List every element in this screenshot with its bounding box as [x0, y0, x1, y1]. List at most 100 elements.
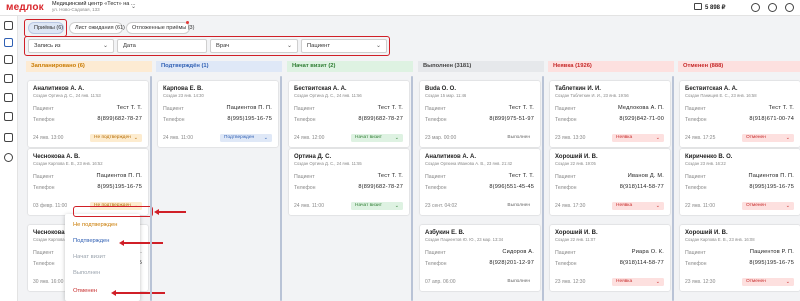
phone-number: 8(929)842-71-00 — [619, 116, 664, 122]
appointment-card[interactable]: Хороший И. В. Создан 22 янв. 19:05 Пацие… — [550, 149, 670, 215]
gear-icon[interactable] — [4, 153, 13, 162]
column: Начат визит (2) Бествитская А. А. Создан… — [287, 61, 413, 301]
wallet-icon[interactable] — [4, 93, 13, 102]
box-icon[interactable] — [4, 133, 13, 142]
filter-date-label: Дата — [123, 43, 136, 49]
patient-label: Пациент — [425, 174, 446, 180]
appointment-card[interactable]: Аналитиков А. А. Создан Оргкина Иванова … — [420, 149, 540, 215]
appointment-card[interactable]: Бествитская А. А. Создан Панищев Е. С., … — [680, 81, 800, 147]
patient-label: Пациент — [555, 250, 576, 256]
appointment-card[interactable]: Buda O. O. Создан 15 мар. 11:46 Пациент … — [420, 81, 540, 147]
status-badge[interactable]: Отменен ⌄ — [742, 278, 794, 286]
clinic-selector[interactable]: Медицинский центр «Тест» на ... ул. Ново… — [52, 1, 135, 13]
phone-label: Телефон — [685, 117, 707, 123]
status-option-confirmed[interactable]: Подтвержден — [73, 238, 109, 244]
users-icon[interactable] — [4, 112, 13, 121]
chevron-down-icon: ⌄ — [785, 135, 790, 141]
annotation-arrow — [154, 209, 186, 214]
created-info: Создан Ортина Д. С., 24 янв. 11:53 — [33, 93, 101, 98]
filter-doctor[interactable]: Врач ⌄ — [210, 39, 298, 53]
scrollbar[interactable] — [280, 76, 282, 301]
profile-icon[interactable] — [785, 3, 794, 12]
patient-name: Тест Т. Т. — [508, 173, 534, 179]
appointment-date: 22 янв. 11:00 — [685, 203, 715, 209]
filter-date[interactable]: Дата — [117, 39, 207, 53]
status-badge[interactable]: Начат визит ⌄ — [351, 202, 403, 210]
phone-number: 8(899)682-78-27 — [358, 184, 403, 190]
status-option-done[interactable]: Выполнен — [73, 270, 100, 276]
tab-waiting-list[interactable]: Лист ожидания (61) — [69, 22, 125, 34]
wallet-icon — [694, 3, 702, 10]
status-option-cancelled[interactable]: Отменен — [73, 288, 97, 294]
status-label: Неявка — [616, 135, 633, 140]
filter-patient[interactable]: Пациент ⌄ — [301, 39, 387, 53]
appointment-card[interactable]: Таблеткин И. И. Создан Таблеткин И. И., … — [550, 81, 670, 147]
phone-number: 8(899)682-78-27 — [358, 116, 403, 122]
chevron-down-icon[interactable]: ⌄ — [131, 3, 136, 10]
appointment-card[interactable]: Чеснокова А. В. Создан Карпова Е. В., 23… — [28, 149, 148, 215]
chevron-down-icon: ⌄ — [375, 43, 381, 49]
appointment-card[interactable]: Аналитиков А. А. Создан Ортина Д. С., 24… — [28, 81, 148, 147]
patient-label: Пациент — [685, 106, 706, 112]
status-option-not-confirmed[interactable]: Не подтвержден — [73, 222, 117, 228]
patient-label: Пациент — [425, 250, 446, 256]
calendar-icon[interactable] — [4, 21, 13, 30]
filter-source[interactable]: Запись из ⌄ — [28, 39, 114, 53]
appointment-card[interactable]: Бествитская А. А. Создан Ортина Д. С., 2… — [289, 81, 409, 147]
status-badge[interactable]: Не подтвержден ⌄ — [90, 134, 142, 142]
chevron-down-icon: ⌄ — [286, 43, 292, 49]
patient-label: Пациент — [425, 106, 446, 112]
chart-icon[interactable] — [4, 74, 13, 83]
tab-appointments[interactable]: Приёмы (6) — [28, 22, 64, 34]
status-label: Отменен — [746, 203, 766, 208]
appointment-card[interactable]: Кириченко В. О. Создан 23 янв. 16:22 Пац… — [680, 149, 800, 215]
created-info: Создан 15 мар. 11:46 — [425, 93, 467, 98]
phone-label: Телефон — [425, 261, 447, 267]
created-info: Создан Карпова Е. В., 23 янв. 16:08 — [685, 237, 755, 242]
phone-number: 8(918)114-58-77 — [619, 260, 664, 266]
scrollbar[interactable] — [542, 76, 544, 301]
appointment-card[interactable]: Карпова Е. В. Создан 23 янв. 14:30 Пацие… — [158, 81, 278, 147]
created-info: Создан 23 янв. 14:30 — [163, 93, 204, 98]
clinic-address: ул. Ново-Садовая, 133 — [52, 7, 100, 12]
created-info: Создан Пациентов Ю. Ю., 23 мар. 13:34 — [425, 237, 504, 242]
status-badge[interactable]: Отменен ⌄ — [742, 202, 794, 210]
annotation-arrow — [119, 240, 163, 245]
scrollbar[interactable] — [150, 76, 152, 301]
status-badge[interactable]: Неявка ⌄ — [612, 134, 664, 142]
status-badge[interactable]: Не подтвержден ⌄ — [90, 202, 142, 210]
patient-label: Пациент — [555, 106, 576, 112]
status-badge[interactable]: Подтвержден ⌄ — [220, 134, 272, 142]
status-badge[interactable]: Отменен ⌄ — [742, 134, 794, 142]
chevron-down-icon: ⌄ — [655, 203, 660, 209]
patient-name: Тест Т. Т. — [768, 105, 794, 111]
status-label: Не подтвержден — [94, 203, 131, 208]
chevron-down-icon: ⌄ — [263, 135, 268, 141]
help-icon[interactable] — [751, 3, 760, 12]
status-badge[interactable]: Начат визит ⌄ — [351, 134, 403, 142]
status-label: Подтвержден — [224, 135, 255, 140]
appointment-date: 03 февр. 11:00 — [33, 203, 68, 209]
column-header: Запланировано (6) — [26, 61, 152, 72]
phone-label: Телефон — [294, 117, 316, 123]
status-option-visit-started[interactable]: Начат визит — [73, 254, 106, 260]
appointment-date: 24 янв. 12:00 — [294, 135, 325, 141]
balance[interactable]: 5 898 ₽ — [705, 4, 726, 11]
status-badge[interactable]: Неявка ⌄ — [612, 278, 664, 286]
created-info: Создан Таблеткин И. И., 23 янв. 19:56 — [555, 93, 629, 98]
appointment-card[interactable]: Азбукин Е. В. Создан Пациентов Ю. Ю., 23… — [420, 225, 540, 291]
top-bar: медлок Медицинский центр «Тест» на ... у… — [0, 0, 800, 16]
scrollbar[interactable] — [672, 76, 674, 301]
status-badge[interactable]: Неявка ⌄ — [612, 202, 664, 210]
appointment-card[interactable]: Хороший И. В. Создан Карпова Е. В., 23 я… — [680, 225, 800, 291]
appointments-icon[interactable] — [4, 38, 13, 47]
filter-source-label: Запись из — [34, 43, 61, 49]
phone-number: 8(995)195-16-75 — [749, 260, 794, 266]
bell-icon[interactable] — [768, 3, 777, 12]
appointment-card[interactable]: Ортина Д. С. Создан Ортина Д. С., 24 янв… — [289, 149, 409, 215]
tab-postponed[interactable]: Отложенные приёмы (3) — [126, 22, 194, 34]
appointment-card[interactable]: Хороший И. В. Создан 22 янв. 11:07 Пацие… — [550, 225, 670, 291]
scrollbar[interactable] — [411, 76, 413, 301]
status-label: Начат визит — [355, 135, 382, 140]
documents-icon[interactable] — [4, 55, 13, 64]
